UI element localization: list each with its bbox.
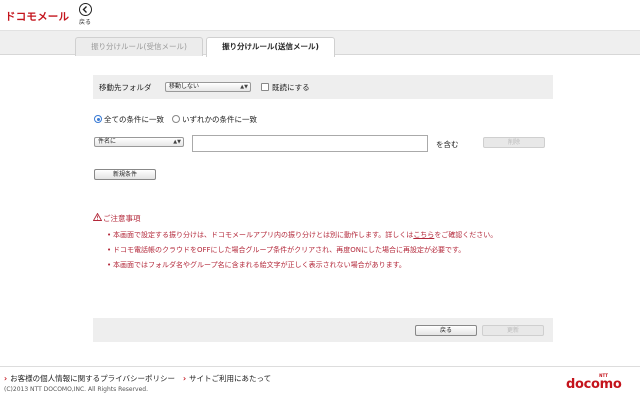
match-any-radio[interactable]	[172, 115, 180, 123]
docomo-logo: NTT docomo	[566, 373, 630, 395]
condition-field-select[interactable]: 件名に ▲▼	[94, 137, 184, 147]
select-arrows-icon: ▲▼	[240, 84, 248, 90]
mark-read-checkbox[interactable]	[261, 83, 269, 91]
back-arrow-icon	[78, 3, 92, 16]
tab-received-mail-rules[interactable]: 振り分けルール(受信メール)	[75, 37, 203, 56]
rule-tabs: 振り分けルール(受信メール) 振り分けルール(送信メール)	[0, 30, 640, 57]
destination-folder-value: 移動しない	[169, 83, 200, 90]
chevron-right-icon: ›	[4, 374, 8, 383]
notice-item: 本画面で設定する振り分けは、ドコモメールアプリ内の振り分けとは別に動作します。詳…	[93, 230, 563, 240]
footer-links: › お客様の個人情報に関するプライバシーポリシー › サイトご利用にあたって	[4, 373, 271, 384]
condition-value-input[interactable]	[192, 135, 428, 152]
details-link[interactable]: こちら	[413, 231, 434, 239]
notice-item: 本画面ではフォルダ名やグループ名に含まれる絵文字が正しく表示されない場合がありま…	[93, 260, 563, 270]
match-any-label[interactable]: いずれかの条件に一致	[182, 114, 257, 125]
docomo-wordmark: docomo	[566, 377, 622, 392]
docomo-mail-logo[interactable]: ドコモメール	[5, 9, 69, 24]
update-button[interactable]: 更新	[482, 325, 544, 336]
match-all-radio[interactable]	[94, 115, 102, 123]
notice-section: ご注意事項 本画面で設定する振り分けは、ドコモメールアプリ内の振り分けとは別に動…	[93, 213, 563, 275]
notice-item: ドコモ電話帳のクラウドをOFFにした場合グループ条件がクリアされ、再度ONにした…	[93, 245, 563, 255]
destination-folder-label: 移動先フォルダ	[99, 83, 152, 92]
notice-title: ご注意事項	[93, 213, 563, 224]
notice-list: 本画面で設定する振り分けは、ドコモメールアプリ内の振り分けとは別に動作します。詳…	[93, 230, 563, 270]
site-terms-link[interactable]: サイトご利用にあたって	[189, 374, 271, 383]
contains-label: を含む	[436, 140, 459, 149]
destination-folder-row: 移動先フォルダ 移動しない ▲▼ 既読にする	[93, 75, 553, 99]
app-header: ドコモメール 戻る	[0, 0, 640, 30]
mark-read-label[interactable]: 既読にする	[272, 82, 310, 93]
chevron-right-icon: ›	[182, 374, 187, 383]
back-button[interactable]: 戻る	[415, 325, 477, 336]
delete-condition-button[interactable]: 削除	[483, 137, 545, 148]
header-back-label: 戻る	[78, 19, 91, 26]
destination-folder-select[interactable]: 移動しない ▲▼	[165, 82, 251, 92]
header-back-button[interactable]: 戻る	[77, 3, 93, 26]
tab-sent-mail-rules[interactable]: 振り分けルール(送信メール)	[206, 37, 335, 57]
select-arrows-icon: ▲▼	[173, 139, 181, 145]
notice-title-text: ご注意事項	[103, 214, 141, 223]
new-condition-button[interactable]: 新規条件	[94, 169, 156, 180]
copyright-text: (C)2013 NTT DOCOMO,INC. All Rights Reser…	[4, 386, 149, 393]
notice-item-text: 本画面で設定する振り分けは、ドコモメールアプリ内の振り分けとは別に動作します。詳…	[113, 231, 414, 239]
condition-field-value: 件名に	[98, 138, 117, 145]
page-footer: › お客様の個人情報に関するプライバシーポリシー › サイトご利用にあたって (C)2…	[0, 366, 640, 399]
privacy-policy-link[interactable]: お客様の個人情報に関するプライバシーポリシー	[10, 374, 175, 383]
action-bar: 戻る 更新	[93, 318, 553, 342]
warning-icon	[93, 213, 102, 221]
match-all-label[interactable]: 全ての条件に一致	[104, 114, 164, 125]
notice-item-text-end: をご確認ください。	[434, 231, 498, 239]
